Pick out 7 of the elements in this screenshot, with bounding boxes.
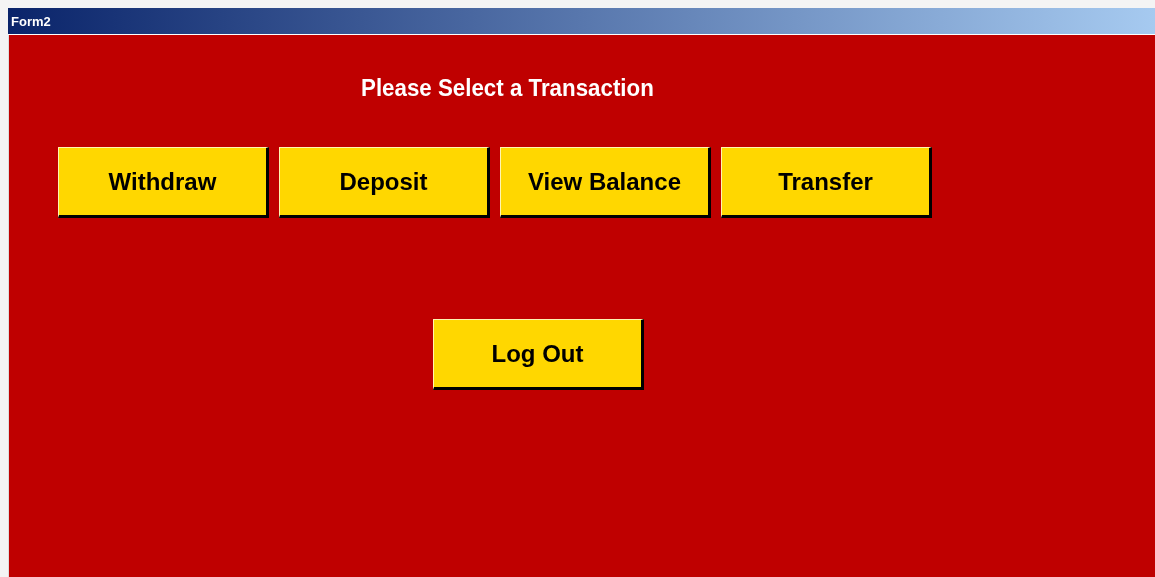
heading: Please Select a Transaction (361, 74, 655, 102)
window-title: Form2 (11, 13, 51, 29)
transaction-button[interactable]: View Balance (500, 147, 711, 218)
transaction-button[interactable]: Transfer (721, 147, 932, 218)
transaction-button[interactable]: Withdraw (58, 147, 269, 218)
transaction-button[interactable]: Deposit (279, 147, 490, 218)
logout-button[interactable]: Log Out (433, 319, 644, 390)
